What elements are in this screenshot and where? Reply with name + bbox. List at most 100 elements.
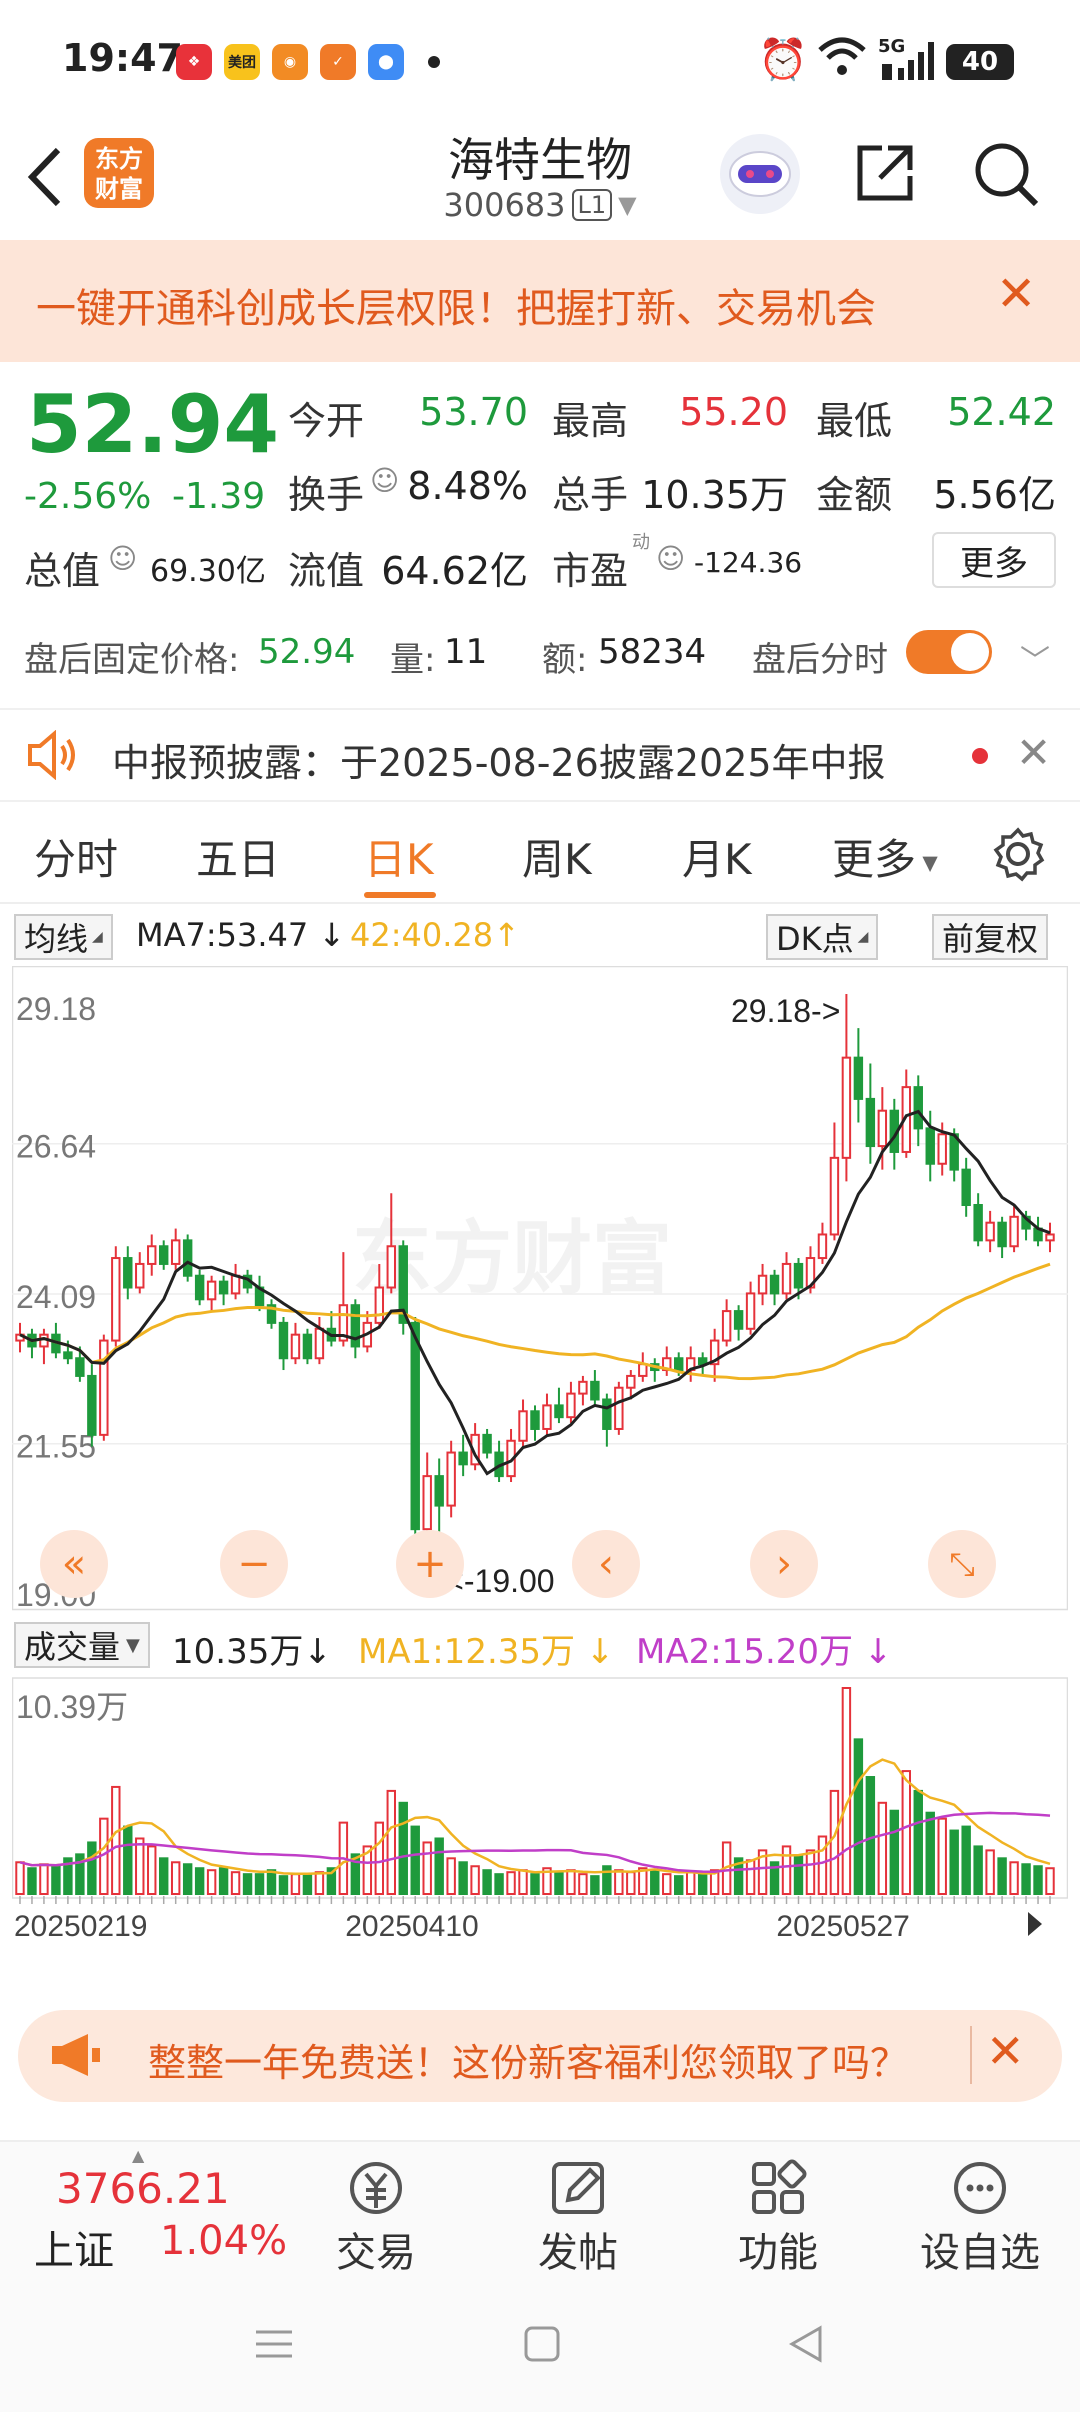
scroll-left-icon[interactable]: ‹ bbox=[572, 1530, 640, 1598]
tab-monthly-k[interactable]: 月K bbox=[682, 826, 752, 887]
share-icon[interactable] bbox=[852, 140, 918, 210]
candle-body bbox=[182, 1239, 193, 1277]
menu-icon[interactable] bbox=[254, 2324, 294, 2368]
settings-gear-icon[interactable] bbox=[990, 826, 1046, 886]
indicator-select[interactable]: 均线 ◢ bbox=[14, 914, 113, 960]
close-notice-icon[interactable]: ✕ bbox=[1016, 728, 1051, 777]
assistant-robot-icon[interactable] bbox=[720, 134, 800, 214]
signal-icon: 5G bbox=[878, 36, 934, 80]
kline-chart[interactable]: 29.1826.6424.0921.5519.00东方财富29.18-><-19… bbox=[12, 966, 1068, 1966]
back-nav-icon[interactable] bbox=[786, 2324, 826, 2368]
zoom-out-icon[interactable]: − bbox=[220, 1530, 288, 1598]
candle-body bbox=[745, 1292, 756, 1330]
info-icon-2[interactable]: ☺ bbox=[108, 542, 137, 575]
candle-body bbox=[302, 1333, 313, 1360]
info-icon-3[interactable]: ☺ bbox=[656, 542, 685, 575]
scroll-start-icon[interactable]: « bbox=[40, 1530, 108, 1598]
candle-body bbox=[482, 1433, 492, 1454]
candle-body bbox=[865, 1097, 876, 1148]
volume-value: 10.35万 bbox=[641, 473, 788, 517]
index-change[interactable]: 1.04% bbox=[160, 2218, 287, 2264]
market-cap-value: 69.30亿 bbox=[150, 554, 266, 589]
close-icon[interactable]: ✕ bbox=[996, 266, 1036, 322]
volume-bar bbox=[266, 1869, 277, 1895]
volume-bar bbox=[314, 1871, 325, 1895]
tab-more-label: 更多 bbox=[832, 835, 917, 884]
volume-bar bbox=[697, 1873, 708, 1895]
system-nav-bar bbox=[0, 2284, 1080, 2412]
chevron-down-icon[interactable]: ﹀ bbox=[1020, 636, 1050, 680]
volume-bar bbox=[853, 1738, 864, 1896]
nav-post[interactable]: 发帖 bbox=[508, 2156, 648, 2278]
nav-trade[interactable]: 交易 bbox=[306, 2156, 446, 2278]
ma42-legend: 42:40.28↑ bbox=[350, 916, 520, 954]
info-icon[interactable]: ☺ bbox=[370, 464, 399, 497]
promo-banner[interactable]: 一键开通科创成长层权限！把握打新、交易机会 ✕ bbox=[0, 240, 1080, 362]
volume-bar bbox=[817, 1835, 828, 1895]
candle-body bbox=[626, 1374, 636, 1389]
nav-add-watchlist[interactable]: 设自选 bbox=[910, 2156, 1050, 2278]
tab-more[interactable]: 更多 ▼ bbox=[832, 826, 938, 887]
volume-bar bbox=[111, 1785, 121, 1895]
candle-body bbox=[135, 1262, 145, 1289]
candle-body bbox=[614, 1386, 624, 1430]
candle-body bbox=[87, 1374, 97, 1436]
volume-indicator-select[interactable]: 成交量 ▼ bbox=[14, 1622, 150, 1668]
home-icon[interactable] bbox=[522, 2324, 562, 2368]
volume-bar bbox=[626, 1871, 636, 1895]
dropdown-corner-icon-2: ◢ bbox=[857, 929, 869, 945]
stock-code-row[interactable]: 300683 L1 ▼ bbox=[0, 186, 1080, 224]
volume-bar bbox=[793, 1855, 804, 1895]
fullscreen-icon[interactable]: ⤡ bbox=[928, 1530, 996, 1598]
tab-five-day[interactable]: 五日 bbox=[196, 826, 280, 887]
volume-label: 总手 bbox=[552, 473, 629, 517]
open-value: 53.70 bbox=[419, 390, 528, 434]
more-button[interactable]: 更多 bbox=[932, 532, 1056, 588]
tab-daily-k[interactable]: 日K bbox=[364, 826, 434, 887]
candle-body bbox=[578, 1380, 588, 1395]
change-pct: -2.56% bbox=[24, 476, 152, 517]
candle-body bbox=[446, 1451, 456, 1507]
volume-bar bbox=[87, 1841, 97, 1896]
volume-bar bbox=[518, 1869, 528, 1895]
volume-bar bbox=[530, 1873, 540, 1895]
candle-body bbox=[530, 1410, 540, 1430]
volume-bar bbox=[218, 1867, 229, 1896]
volume-bar bbox=[614, 1869, 624, 1895]
candle-body bbox=[206, 1280, 217, 1301]
volume-bar bbox=[170, 1861, 181, 1895]
pe-sup: 动 bbox=[632, 532, 650, 553]
bottom-promo[interactable]: 整整一年免费送！这份新客福利您领取了吗？ ✕ bbox=[18, 2010, 1062, 2102]
tab-weekly-k[interactable]: 周K bbox=[522, 826, 592, 887]
nav-add-watchlist-label: 设自选 bbox=[920, 2230, 1040, 2276]
volume-bar bbox=[290, 1873, 301, 1895]
y-tick-label: 21.55 bbox=[16, 1429, 96, 1465]
after-hours-toggle[interactable] bbox=[906, 630, 992, 674]
volume-bar bbox=[506, 1871, 516, 1895]
candle-body bbox=[63, 1351, 73, 1360]
volume-bar bbox=[458, 1861, 468, 1895]
more-dots-icon bbox=[910, 2156, 1050, 2220]
zoom-in-icon[interactable]: + bbox=[396, 1530, 464, 1598]
volume-bar bbox=[194, 1867, 205, 1896]
scroll-right-icon[interactable]: › bbox=[750, 1530, 818, 1598]
index-name[interactable]: 上证 bbox=[34, 2218, 114, 2276]
candle-body bbox=[733, 1310, 744, 1330]
vol-ma1-legend: MA1:12.35万 ↓ bbox=[358, 1624, 614, 1673]
volume-bar bbox=[39, 1863, 49, 1896]
volume-bar bbox=[889, 1809, 900, 1895]
ah-price: 52.94 bbox=[258, 632, 356, 672]
adjust-select[interactable]: 前复权 bbox=[932, 914, 1049, 960]
tab-intraday[interactable]: 分时 bbox=[34, 826, 118, 887]
level-badge: L1 bbox=[571, 189, 613, 221]
search-icon[interactable] bbox=[972, 140, 1042, 214]
bottom-promo-text: 整整一年免费送！这份新客福利您领取了吗？ bbox=[148, 2041, 909, 2085]
high-label: 最高 bbox=[552, 399, 629, 443]
notice-bar[interactable]: 中报预披露：于2025-08-26披露2025年中报 ✕ bbox=[0, 708, 1080, 802]
dk-point-select[interactable]: DK点 ◢ bbox=[766, 914, 879, 960]
close-promo-icon[interactable]: ✕ bbox=[986, 2024, 1025, 2078]
volume-bar bbox=[805, 1849, 816, 1896]
y-tick-label: 24.09 bbox=[16, 1279, 96, 1315]
index-value[interactable]: 3766.21 bbox=[56, 2164, 230, 2213]
nav-functions[interactable]: 功能 bbox=[708, 2156, 848, 2278]
